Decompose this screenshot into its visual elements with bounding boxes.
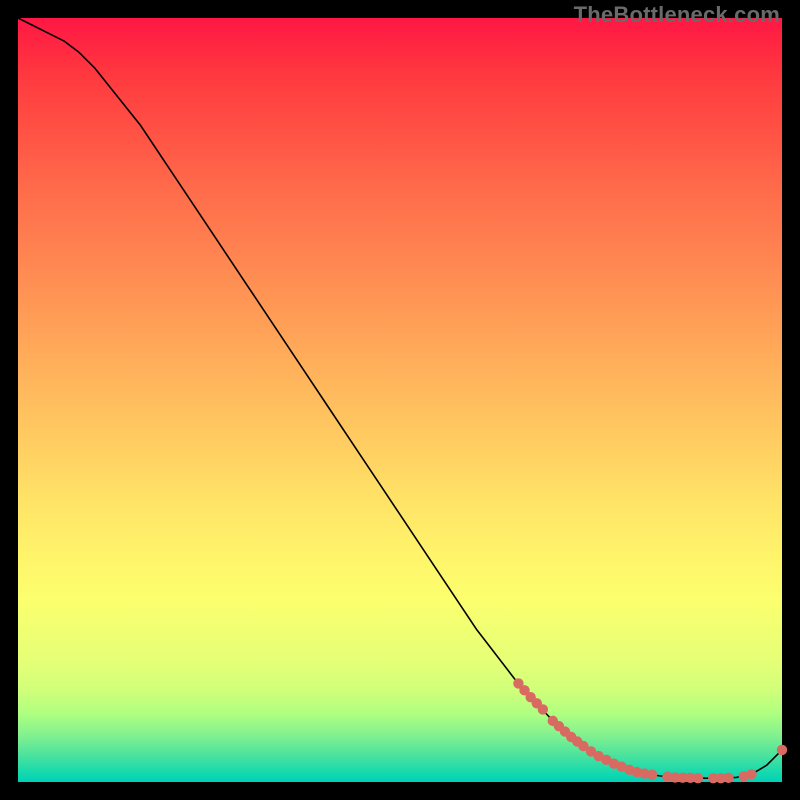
highlight-point [647,770,657,780]
highlight-point [746,769,756,779]
highlight-point [777,745,787,755]
highlight-points-group [513,678,787,783]
chart-frame: TheBottleneck.com [0,0,800,800]
chart-svg [18,18,782,782]
highlight-point [538,704,548,714]
highlight-point [693,773,703,783]
curve-line [18,18,782,778]
highlight-point [723,773,733,783]
